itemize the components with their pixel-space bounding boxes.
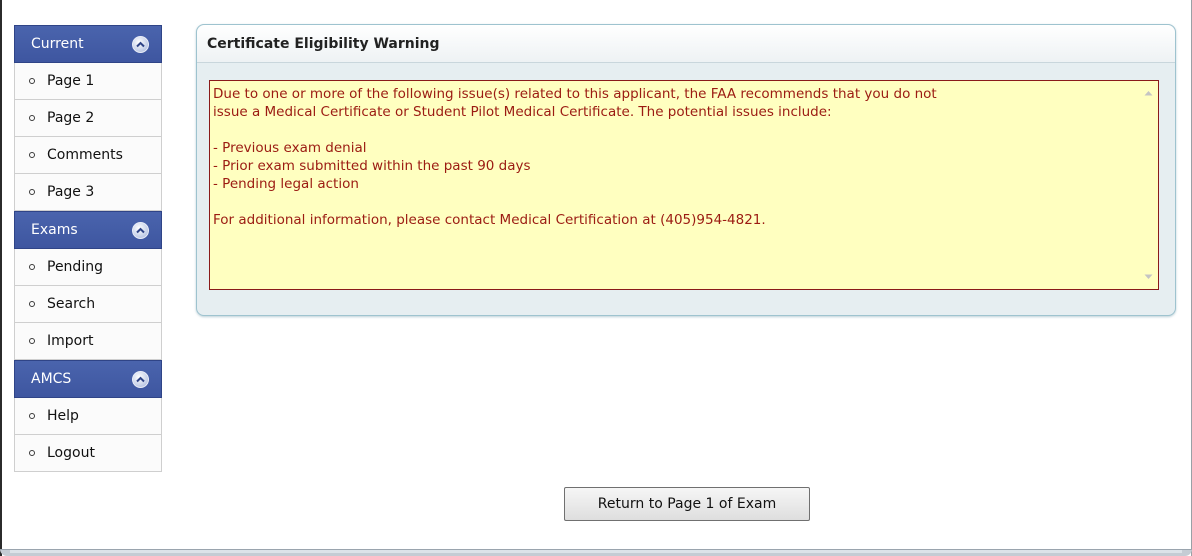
- sidebar-item-page-3[interactable]: Page 3: [14, 174, 162, 211]
- sidebar-item-label: Logout: [47, 445, 95, 461]
- bullet-icon: [29, 152, 35, 158]
- nav-section-title: AMCS: [31, 371, 72, 387]
- panel-title: Certificate Eligibility Warning: [197, 25, 1175, 63]
- sidebar-item-search[interactable]: Search: [14, 286, 162, 323]
- warning-message-box[interactable]: Due to one or more of the following issu…: [209, 80, 1159, 290]
- return-to-page-1-button[interactable]: Return to Page 1 of Exam: [564, 487, 810, 521]
- sidebar-item-label: Import: [47, 333, 94, 349]
- bullet-icon: [29, 338, 35, 344]
- sidebar-nav: Current Page 1 Page 2 Comments Page 3 Ex…: [14, 25, 162, 472]
- sidebar-item-comments[interactable]: Comments: [14, 137, 162, 174]
- nav-section-current[interactable]: Current: [14, 25, 162, 63]
- bullet-icon: [29, 78, 35, 84]
- sidebar-item-label: Page 2: [47, 110, 95, 126]
- nav-section-exams[interactable]: Exams: [14, 211, 162, 249]
- sidebar-item-help[interactable]: Help: [14, 398, 162, 435]
- sidebar-item-pending[interactable]: Pending: [14, 249, 162, 286]
- sidebar-item-import[interactable]: Import: [14, 323, 162, 360]
- sidebar-item-label: Pending: [47, 259, 103, 275]
- warning-message: Due to one or more of the following issu…: [213, 86, 937, 228]
- sidebar-item-logout[interactable]: Logout: [14, 435, 162, 472]
- collapse-icon[interactable]: [132, 370, 149, 388]
- bullet-icon: [29, 115, 35, 121]
- frame-bottom-edge: [0, 549, 1192, 556]
- collapse-icon[interactable]: [132, 35, 149, 53]
- sidebar-item-page-1[interactable]: Page 1: [14, 63, 162, 100]
- sidebar-item-label: Comments: [47, 147, 123, 163]
- bullet-icon: [29, 450, 35, 456]
- sidebar-item-label: Page 3: [47, 184, 95, 200]
- bullet-icon: [29, 301, 35, 307]
- sidebar-item-page-2[interactable]: Page 2: [14, 100, 162, 137]
- scroll-down-icon[interactable]: [1142, 272, 1154, 282]
- bullet-icon: [29, 189, 35, 195]
- nav-section-title: Current: [31, 36, 84, 52]
- vertical-scrollbar[interactable]: [1139, 82, 1157, 288]
- sidebar-item-label: Page 1: [47, 73, 95, 89]
- bullet-icon: [29, 413, 35, 419]
- certificate-warning-panel: Certificate Eligibility Warning Due to o…: [196, 24, 1176, 316]
- scroll-up-icon[interactable]: [1142, 88, 1154, 98]
- nav-section-title: Exams: [31, 222, 78, 238]
- collapse-icon[interactable]: [132, 221, 149, 239]
- bullet-icon: [29, 264, 35, 270]
- sidebar-item-label: Search: [47, 296, 96, 312]
- frame-bottom-highlight: [10, 550, 1182, 553]
- sidebar-item-label: Help: [47, 408, 79, 424]
- nav-section-amcs[interactable]: AMCS: [14, 360, 162, 398]
